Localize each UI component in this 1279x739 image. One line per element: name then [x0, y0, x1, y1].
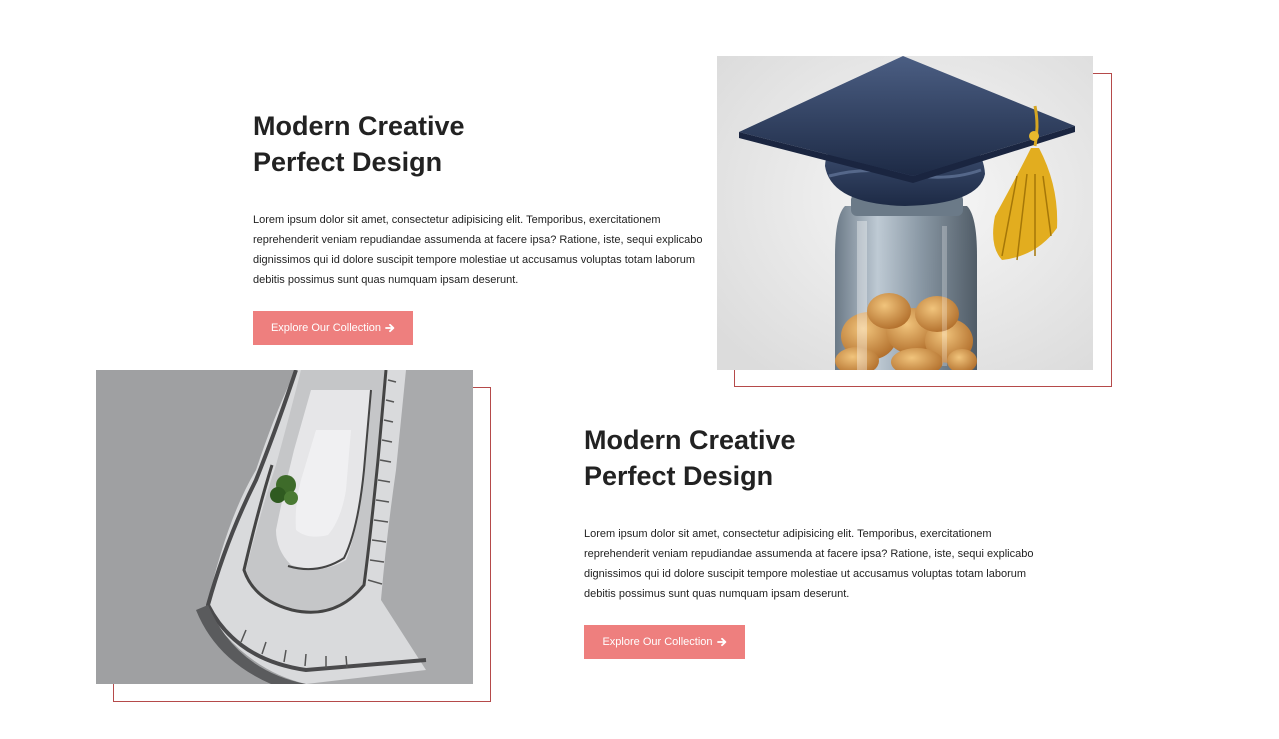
explore-collection-label: Explore Our Collection — [270, 322, 382, 334]
arrow-right-icon — [385, 323, 395, 333]
feature-text-1: Modern Creative Perfect Design Lorem ips… — [253, 108, 713, 290]
arrow-right-icon — [716, 637, 727, 647]
section-description: Lorem ipsum dolor sit amet, consectetur … — [253, 214, 703, 286]
section-title: Modern Creative Perfect Design — [584, 422, 1044, 494]
spiral-staircase-image — [96, 370, 473, 684]
section-title-line2: Perfect Design — [253, 147, 443, 177]
section-title-line1: Modern Creative — [584, 425, 796, 455]
feature-text-2: Modern Creative Perfect Design Lorem ips… — [584, 422, 1044, 604]
section-description: Lorem ipsum dolor sit amet, consectetur … — [584, 528, 1034, 600]
section-title-line2: Perfect Design — [584, 461, 774, 491]
section-title: Modern Creative Perfect Design — [253, 108, 713, 180]
explore-collection-button[interactable]: Explore Our Collection — [584, 625, 745, 659]
section-title-line1: Modern Creative — [253, 111, 465, 141]
explore-collection-button[interactable]: Explore Our Collection — [253, 311, 413, 345]
explore-collection-label: Explore Our Collection — [602, 636, 713, 648]
graduation-cap-jar-image — [717, 56, 1093, 370]
